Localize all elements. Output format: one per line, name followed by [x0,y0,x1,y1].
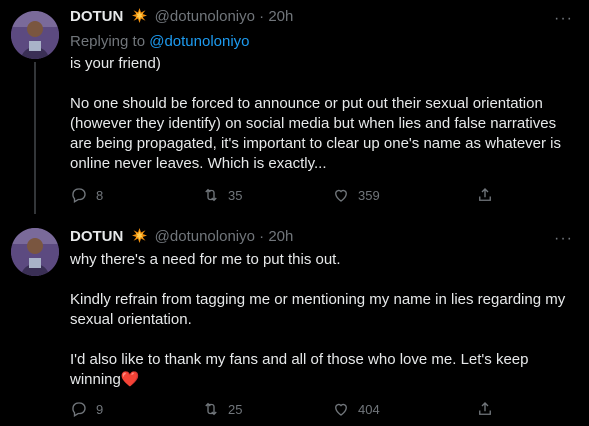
heart-icon [335,189,347,202]
retweet-count: 25 [228,401,243,417]
reply-icon [72,188,86,203]
reply-button[interactable]: 9 [70,400,103,418]
retweet-button[interactable]: 35 [202,186,242,204]
tweet-text: is your friend) No one should be forced … [70,55,562,172]
share-icon [479,188,491,201]
replying-to: Replying to @dotunoloniyo [70,33,250,50]
timestamp[interactable]: 20h [268,228,293,245]
share-button[interactable] [476,400,494,418]
thread-line [34,62,36,214]
tweet-header: DOTUN @dotunoloniyo · 20h [70,8,293,25]
more-options-icon[interactable]: ··· [554,10,573,28]
timestamp[interactable]: 20h [268,8,293,25]
tweet-actions: 8 35 359 [70,186,500,206]
share-button[interactable] [476,186,494,204]
reply-count: 8 [96,187,104,203]
tweet-text-content: why there's a need for me to put this ou… [70,251,566,388]
reply-count: 9 [96,401,104,417]
replying-to-label: Replying to [70,33,150,50]
retweet-icon [205,188,217,202]
display-name[interactable]: DOTUN [70,8,123,25]
separator: · [259,8,265,25]
collision-emoji-icon [131,8,147,23]
reply-icon [72,402,86,417]
tweet-text: why there's a need for me to put this ou… [70,250,570,390]
display-name[interactable]: DOTUN [70,228,123,245]
avatar[interactable] [11,228,59,276]
handle[interactable]: @dotunoloniyo [155,8,255,25]
tweet-2[interactable]: DOTUN @dotunoloniyo · 20h ··· why there'… [0,220,589,426]
retweet-button[interactable]: 25 [202,400,242,418]
reply-button[interactable]: 8 [70,186,103,204]
replying-to-link[interactable]: @dotunoloniyo [149,33,249,50]
retweet-icon [205,402,217,416]
like-button[interactable]: 359 [332,186,380,204]
heart-icon [335,403,347,416]
like-button[interactable]: 404 [332,400,380,418]
tweet-1[interactable]: DOTUN @dotunoloniyo · 20h ··· Replying t… [0,0,589,214]
separator: · [259,228,265,245]
red-heart-emoji: ❤️ [120,371,140,388]
tweet-actions: 9 25 404 [70,400,500,420]
avatar[interactable] [11,11,59,59]
tweet-header: DOTUN @dotunoloniyo · 20h [70,228,293,245]
more-options-icon[interactable]: ··· [554,230,573,248]
collision-emoji-icon [131,228,147,243]
like-count: 404 [358,401,380,417]
handle[interactable]: @dotunoloniyo [155,228,255,245]
like-count: 359 [358,187,380,203]
retweet-count: 35 [228,187,243,203]
share-icon [479,402,491,415]
